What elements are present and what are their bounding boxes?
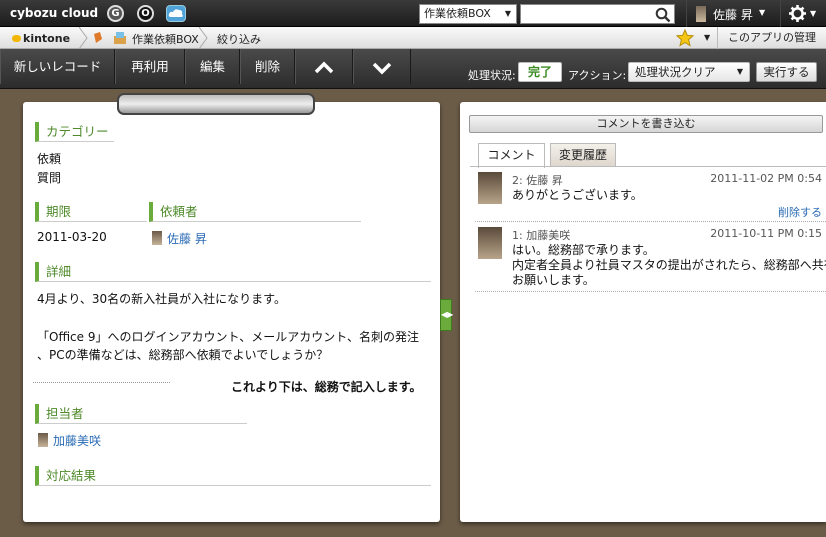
app-settings-link[interactable]: このアプリの管理 (717, 27, 826, 49)
comment-date: 2011-11-02 PM 0:54 (710, 172, 822, 185)
tab-history[interactable]: 変更履歴 (550, 143, 616, 167)
global-header: cybozu cloud G O 作業依頼BOX ▼ 佐藤 昇 ▼ ▼ (0, 0, 826, 27)
avatar (696, 6, 706, 22)
delete-button[interactable]: 削除 (240, 49, 295, 84)
star-icon[interactable] (676, 29, 694, 47)
detail-text-line: 「Office 9」へのログインアカウント、メールアカウント、名刺の発注 (37, 330, 419, 344)
kintone-logo-icon (12, 35, 21, 42)
field-label-deadline: 期限 (35, 202, 147, 222)
comment-author: 2: 佐藤 昇 (512, 174, 563, 187)
app-box-icon (114, 32, 126, 44)
avatar (152, 231, 162, 245)
deadline-value: 2011-03-20 (37, 230, 107, 244)
gear-icon (789, 5, 806, 22)
avatar (478, 227, 502, 259)
previous-record-button[interactable] (295, 49, 353, 84)
breadcrumb-kintone[interactable]: kintone (12, 32, 70, 45)
assignee-value: 加藤美咲 (38, 432, 101, 449)
status-badge: 完了 (518, 62, 562, 82)
category-value: 質問 (37, 171, 62, 185)
action-label: アクション: (568, 69, 627, 82)
record-detail-panel (23, 102, 440, 522)
execute-button[interactable]: 実行する (756, 62, 817, 82)
user-menu[interactable]: 佐藤 昇 ▼ (686, 0, 778, 27)
comment-line: 内定者全員より社員マスタの提出がされたら、総務部へ共有 (512, 258, 826, 272)
breadcrumb: kintone 作業依頼BOX 絞り込み ▼ このアプリの管理 (0, 27, 826, 49)
breadcrumb-separator-icon (78, 27, 88, 49)
comment-item: 1: 加藤美咲 2011-10-11 PM 0:15 はい。総務部で承ります。 … (475, 222, 826, 292)
sidebar-toggle-handle[interactable]: ◀▶ (440, 299, 453, 331)
category-value: 依頼 (37, 152, 62, 166)
breadcrumb-current: 絞り込み (217, 33, 261, 46)
space-icon (94, 32, 102, 43)
divider (33, 382, 170, 383)
user-name: 佐藤 昇 (713, 8, 753, 22)
requester-value: 佐藤 昇 (152, 230, 207, 247)
mailwise-app-icon[interactable] (166, 5, 186, 22)
field-label-requester: 依頼者 (149, 202, 361, 222)
tab-comments[interactable]: コメント (478, 143, 545, 168)
field-label-result: 対応結果 (35, 466, 431, 486)
chevron-down-icon[interactable]: ▼ (704, 33, 710, 42)
assignee-link[interactable]: 加藤美咲 (53, 434, 101, 448)
field-label-category: カテゴリー (35, 122, 114, 142)
chevron-up-icon (314, 61, 334, 73)
avatar (478, 172, 502, 204)
comment-line: ありがとうございます。 (512, 188, 643, 202)
comment-body: ありがとうございます。 (512, 188, 822, 203)
chevron-down-icon (372, 62, 392, 74)
detail-text-line: 4月より、30名の新入社員が入社になります。 (37, 292, 286, 306)
detail-text-line: 、PCの準備などは、総務部へ依頼でよいでしょうか？ (37, 348, 329, 362)
space-select[interactable]: 作業依頼BOX ▼ (419, 4, 517, 24)
breadcrumb-root-label: kintone (23, 32, 71, 45)
delete-comment-link[interactable]: 削除する (778, 204, 822, 220)
brand-logo[interactable]: cybozu cloud (10, 6, 98, 20)
comment-item: 2: 佐藤 昇 2011-11-02 PM 0:54 ありがとうございます。 削… (475, 167, 826, 222)
action-select-value: 処理状況クリア (635, 65, 716, 79)
comment-body: はい。総務部で承ります。 内定者全員より社員マスタの提出がされたら、総務部へ共有… (512, 243, 826, 288)
clipboard-clip (117, 93, 315, 115)
garoon-app-icon[interactable]: G (107, 5, 124, 22)
new-record-button[interactable]: 新しいレコード (0, 49, 115, 84)
search-icon[interactable] (655, 7, 671, 23)
field-label-assignee: 担当者 (35, 404, 247, 424)
field-label-detail: 詳細 (35, 262, 431, 282)
requester-link[interactable]: 佐藤 昇 (167, 232, 207, 246)
comment-line: はい。総務部で承ります。 (512, 243, 655, 257)
status-label: 処理状況: (468, 69, 516, 82)
write-comment-button[interactable]: コメントを書き込む (469, 115, 823, 133)
space-select-value: 作業依頼BOX (424, 7, 491, 20)
action-select[interactable]: 処理状況クリア ▼ (628, 62, 750, 82)
chevron-down-icon: ▼ (504, 9, 511, 18)
cloud-icon (168, 9, 183, 17)
edit-button[interactable]: 編集 (185, 49, 240, 84)
settings-menu[interactable]: ▼ (780, 0, 826, 27)
comment-line: お願いします。 (512, 273, 595, 287)
chevron-down-icon: ▼ (736, 67, 743, 76)
breadcrumb-separator-icon (198, 27, 208, 49)
chevron-down-icon: ▼ (810, 9, 817, 18)
reuse-button[interactable]: 再利用 (115, 49, 185, 84)
breadcrumb-app[interactable]: 作業依頼BOX (132, 31, 199, 47)
comment-author: 1: 加藤美咲 (512, 229, 571, 242)
form-note: これより下は、総務で記入します。 (231, 380, 422, 394)
chevron-down-icon: ▼ (759, 8, 766, 17)
office-app-icon[interactable]: O (137, 5, 154, 22)
search-input[interactable] (520, 4, 675, 24)
next-record-button[interactable] (353, 49, 411, 84)
comment-date: 2011-10-11 PM 0:15 (710, 227, 822, 240)
avatar (38, 433, 48, 447)
